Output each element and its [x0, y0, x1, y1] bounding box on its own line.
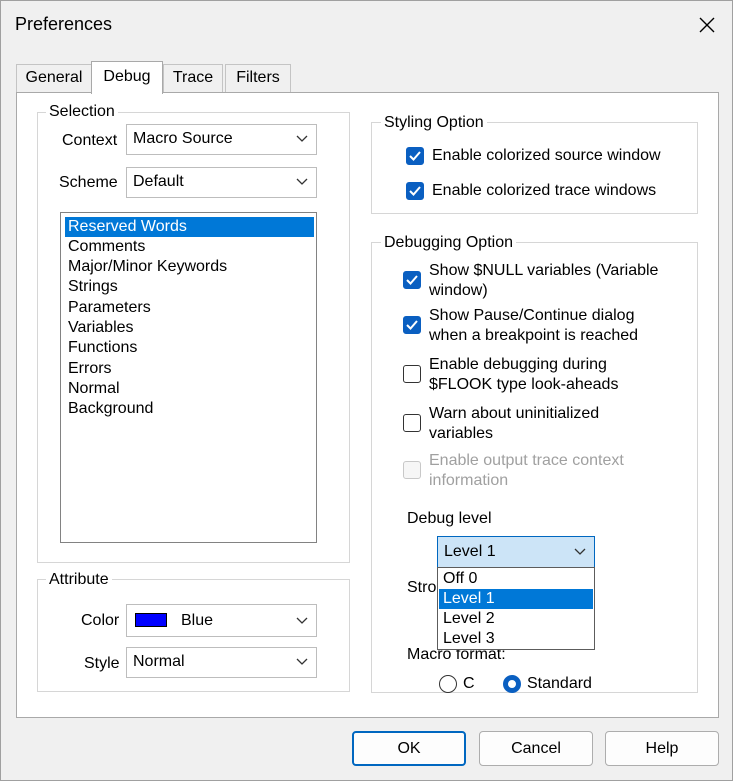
close-icon	[699, 17, 715, 33]
debug-level-select[interactable]: Level 1	[437, 536, 595, 568]
context-select[interactable]: Macro Source	[126, 124, 317, 155]
attribute-group-label: Attribute	[46, 571, 112, 589]
chevron-down-icon	[296, 178, 308, 185]
chevron-down-icon	[296, 617, 308, 624]
list-item[interactable]: Background	[65, 399, 314, 419]
checkbox-unchecked[interactable]	[403, 365, 421, 383]
tab-general[interactable]: General	[16, 64, 92, 93]
checkbox-label: Warn about uninitialized variables	[429, 404, 599, 444]
scheme-select[interactable]: Default	[126, 167, 317, 198]
checkbox-checked[interactable]	[403, 316, 421, 334]
strong-label-partial: Stro	[407, 579, 437, 596]
tab-general-label: General	[25, 69, 83, 86]
checkbox-checked[interactable]	[406, 182, 424, 200]
dropdown-option[interactable]: Off 0	[439, 569, 593, 589]
context-value: Macro Source	[133, 130, 233, 147]
list-item[interactable]: Normal	[65, 379, 314, 399]
checkbox-label: Enable colorized trace windows	[432, 182, 657, 199]
list-item[interactable]: Parameters	[65, 298, 314, 318]
checkbox-label-line2: window)	[429, 282, 488, 299]
checkmark-icon	[406, 275, 418, 285]
checkmark-icon	[409, 186, 421, 196]
scheme-value: Default	[133, 173, 184, 190]
ok-button[interactable]: OK	[352, 731, 466, 766]
checkbox-checked[interactable]	[406, 147, 424, 165]
tab-debug[interactable]: Debug	[91, 61, 163, 94]
list-item[interactable]: Major/Minor Keywords	[65, 257, 314, 277]
dropdown-option[interactable]: Level 2	[439, 609, 593, 629]
scheme-label: Scheme	[59, 174, 118, 191]
macro-format-standard-radio[interactable]	[503, 675, 521, 693]
color-value: Blue	[181, 612, 214, 629]
chevron-down-icon	[574, 548, 586, 555]
list-item[interactable]: Comments	[65, 237, 314, 257]
list-item[interactable]: Strings	[65, 277, 314, 297]
checkbox-label-line1: Enable output trace context	[429, 452, 624, 469]
checkbox-label: Show $NULL variables (Variable window)	[429, 261, 658, 301]
help-button[interactable]: Help	[605, 731, 719, 766]
checkbox-label-line1: Show $NULL variables (Variable	[429, 262, 659, 279]
cancel-button[interactable]: Cancel	[479, 731, 593, 766]
checkmark-icon	[409, 151, 421, 161]
color-swatch	[135, 613, 167, 627]
context-label: Context	[62, 132, 118, 149]
list-item[interactable]: Reserved Words	[65, 217, 314, 237]
style-label: Style	[84, 655, 120, 672]
checkbox-unchecked[interactable]	[403, 414, 421, 432]
list-item[interactable]: Functions	[65, 338, 314, 358]
element-listbox[interactable]: Reserved Words Comments Major/Minor Keyw…	[60, 212, 317, 543]
checkmark-icon	[406, 320, 418, 330]
checkbox-label: Enable output trace context information	[429, 451, 624, 491]
checkbox-label-line1: Show Pause/Continue dialog	[429, 307, 635, 324]
debug-level-dropdown[interactable]: Off 0 Level 1 Level 2 Level 3	[437, 567, 595, 650]
checkbox-label-line2: information	[429, 472, 509, 489]
checkbox-label: Enable debugging during $FLOOK type look-…	[429, 355, 618, 395]
checkbox-label: Show Pause/Continue dialog when a breakpo…	[429, 306, 638, 346]
style-select[interactable]: Normal	[126, 647, 317, 678]
checkbox-label-line2: when a breakpoint is reached	[429, 327, 639, 344]
preferences-dialog: Preferences General Debug Trace Filters …	[0, 0, 733, 781]
macro-format-standard-label: Standard	[527, 675, 592, 692]
dialog-title: Preferences	[15, 14, 113, 34]
list-item[interactable]: Variables	[65, 318, 314, 338]
dropdown-option[interactable]: Level 1	[439, 589, 593, 609]
checkbox-label-line2: variables	[429, 425, 494, 442]
tab-trace[interactable]: Trace	[163, 64, 223, 93]
macro-format-c-radio[interactable]	[439, 675, 457, 693]
checkbox-checked[interactable]	[403, 271, 421, 289]
chevron-down-icon	[296, 658, 308, 665]
tab-filters-label: Filters	[236, 69, 280, 86]
chevron-down-icon	[296, 135, 308, 142]
tab-debug-label: Debug	[103, 68, 151, 85]
checkbox-label-line1: Enable debugging during	[429, 356, 607, 373]
checkbox-label: Enable colorized source window	[432, 147, 661, 164]
checkbox-label-line2: $FLOOK type look-aheads	[429, 376, 619, 393]
dropdown-option[interactable]: Level 3	[439, 629, 593, 649]
checkbox-label-line1: Warn about uninitialized	[429, 405, 600, 422]
debug-level-value: Level 1	[444, 543, 496, 560]
debugging-option-label: Debugging Option	[381, 234, 516, 252]
macro-format-c-label: C	[463, 675, 475, 692]
debug-level-label: Debug level	[407, 510, 492, 527]
color-select[interactable]: Blue	[126, 604, 317, 637]
tab-filters[interactable]: Filters	[225, 64, 291, 93]
title-bar: Preferences	[1, 1, 732, 49]
close-button[interactable]	[691, 11, 723, 39]
color-label: Color	[81, 612, 120, 629]
selection-group-label: Selection	[46, 103, 118, 121]
style-value: Normal	[133, 653, 185, 670]
tab-trace-label: Trace	[172, 69, 214, 86]
styling-option-label: Styling Option	[381, 114, 487, 132]
checkbox-disabled	[403, 461, 421, 479]
list-item[interactable]: Errors	[65, 359, 314, 379]
